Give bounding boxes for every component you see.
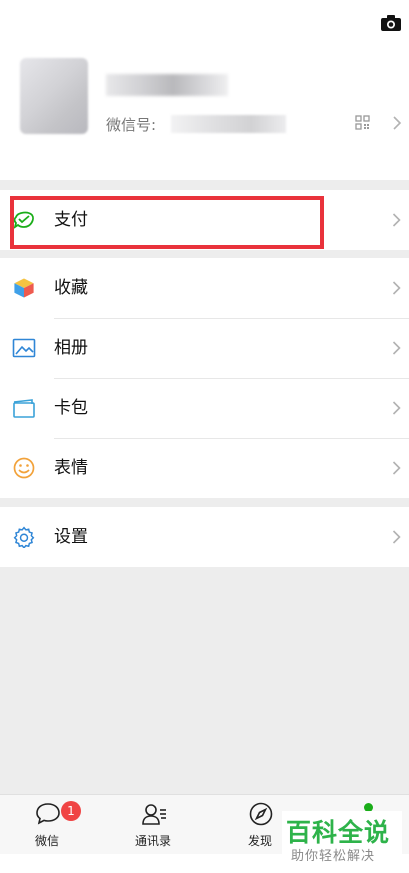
favorites-cube-icon — [13, 277, 35, 299]
menu-item-cards[interactable]: 卡包 — [0, 378, 409, 438]
tab-contacts[interactable]: 通讯录 — [113, 795, 193, 855]
menu-item-label: 表情 — [54, 458, 88, 478]
settings-group: 设置 — [0, 507, 409, 567]
camera-icon[interactable] — [381, 15, 401, 31]
watermark: 百科全说 助你轻松解决 — [282, 811, 402, 865]
compass-icon — [249, 802, 273, 826]
menu-item-label: 收藏 — [54, 278, 88, 298]
menu-item-label: 设置 — [54, 527, 88, 547]
profile-header[interactable]: 微信号: — [0, 0, 409, 180]
unread-badge: 1 — [61, 801, 81, 821]
chevron-right-icon — [392, 213, 401, 227]
watermark-title: 百科全说 — [286, 818, 391, 847]
menu-item-stickers[interactable]: 表情 — [0, 438, 409, 498]
chat-bubble-icon — [36, 803, 60, 825]
wechat-id-label: 微信号: — [106, 116, 157, 134]
smiley-icon — [13, 457, 35, 479]
chevron-right-icon — [392, 401, 401, 415]
chevron-right-icon — [392, 461, 401, 475]
album-icon — [12, 338, 36, 358]
tab-label: 微信 — [34, 834, 59, 848]
chevron-right-icon — [392, 341, 401, 355]
pay-group: 支付 — [0, 190, 409, 250]
menu-item-pay[interactable]: 支付 — [0, 190, 409, 250]
avatar[interactable] — [20, 58, 88, 134]
menu-item-label: 卡包 — [54, 398, 88, 418]
qr-code-icon[interactable] — [355, 115, 370, 130]
menu-item-favorites[interactable]: 收藏 — [0, 258, 409, 318]
menu-item-label: 相册 — [54, 338, 88, 358]
nickname-redacted — [106, 74, 228, 96]
chevron-right-icon — [392, 530, 401, 544]
gear-icon — [13, 526, 35, 548]
pay-icon — [13, 211, 34, 230]
chevron-right-icon — [392, 281, 401, 295]
chevron-right-icon — [393, 116, 402, 130]
contacts-icon — [142, 804, 166, 825]
tab-chats[interactable]: 1 微信 — [7, 795, 87, 855]
watermark-subtitle: 助你轻松解决 — [291, 849, 376, 864]
wechat-id-redacted — [171, 115, 286, 133]
menu-item-label: 支付 — [54, 210, 88, 230]
menu-item-settings[interactable]: 设置 — [0, 507, 409, 567]
features-group: 收藏 相册 卡包 表情 — [0, 258, 409, 498]
card-wallet-icon — [13, 399, 35, 418]
tab-label: 通讯录 — [134, 834, 171, 848]
menu-item-album[interactable]: 相册 — [0, 318, 409, 378]
